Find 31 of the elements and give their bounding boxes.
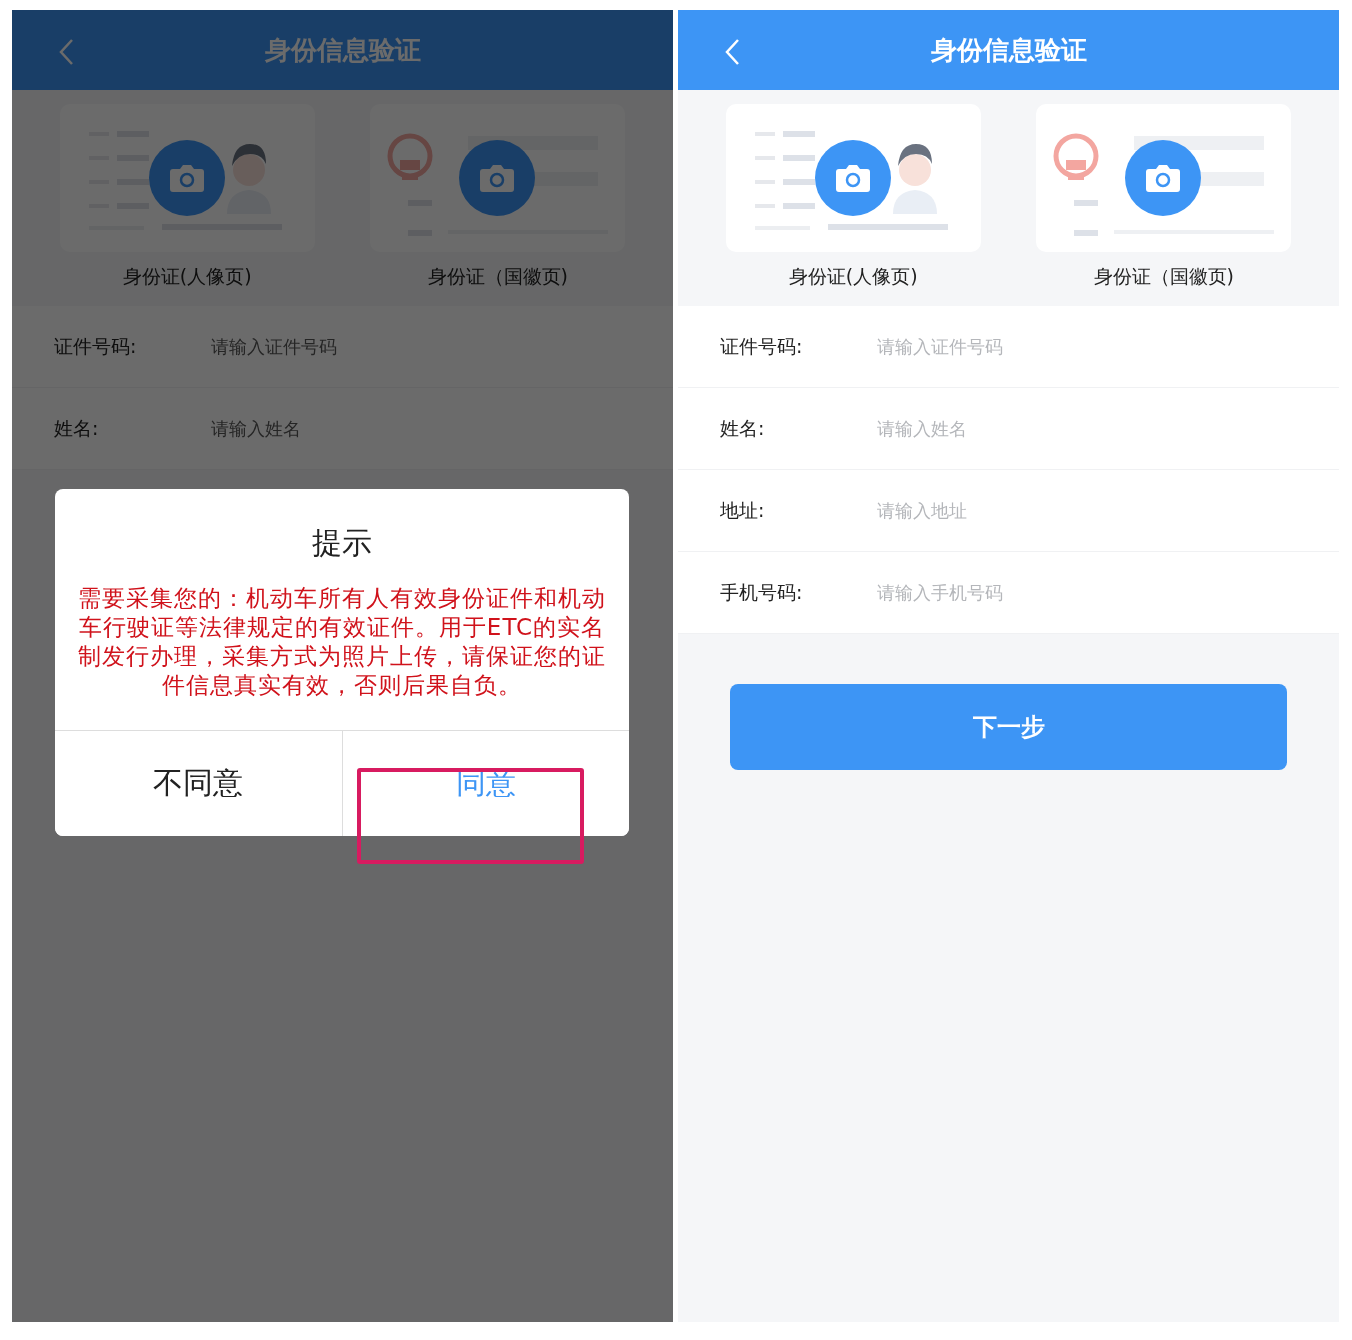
- card-label: 身份证（国徽页): [1093, 264, 1234, 289]
- input-field[interactable]: 请输入证件号码: [875, 335, 1179, 358]
- field-label: 证件号码:: [54, 333, 138, 359]
- input-field[interactable]: 请输入证件号码: [209, 335, 513, 358]
- dialog-title: 提示: [311, 524, 373, 562]
- next-button[interactable]: 下一步: [730, 684, 1287, 770]
- id-card-upload[interactable]: [59, 104, 315, 252]
- input-field[interactable]: 请输入姓名: [209, 417, 513, 440]
- id-card-upload[interactable]: [370, 104, 626, 252]
- card-label: 身份证(人像页): [122, 264, 252, 289]
- dialog-message: 需要采集您的：机动车所有人有效身份证件和机动车行驶证等法律规定的有效证件。用于ETC的实名制发行办理，采集方式为照片上传，请保证您的证件信息真实有效，否则后果自负。: [77, 584, 607, 700]
- field-label: 地址:: [720, 497, 766, 523]
- camera-icon: [834, 163, 871, 193]
- input-field[interactable]: 请输入地址: [875, 499, 1179, 522]
- back-icon: [58, 38, 74, 66]
- field-label: 证件号码:: [720, 333, 804, 359]
- field-label: 姓名:: [720, 415, 766, 441]
- field-label: 姓名:: [54, 415, 100, 441]
- camera-icon: [479, 163, 516, 193]
- back-icon: [724, 38, 740, 66]
- page-title: 身份信息验证: [264, 33, 421, 67]
- input-field[interactable]: 请输入手机号码: [875, 581, 1179, 604]
- field-label: 手机号码:: [720, 579, 804, 605]
- id-card-upload[interactable]: [1036, 104, 1292, 252]
- camera-icon: [1145, 163, 1182, 193]
- page-title: 身份信息验证: [930, 33, 1087, 67]
- id-card-upload[interactable]: [725, 104, 981, 252]
- card-label: 身份证(人像页): [788, 264, 918, 289]
- card-label: 身份证（国徽页): [427, 264, 568, 289]
- camera-icon: [168, 163, 205, 193]
- input-field[interactable]: 请输入姓名: [875, 417, 1179, 440]
